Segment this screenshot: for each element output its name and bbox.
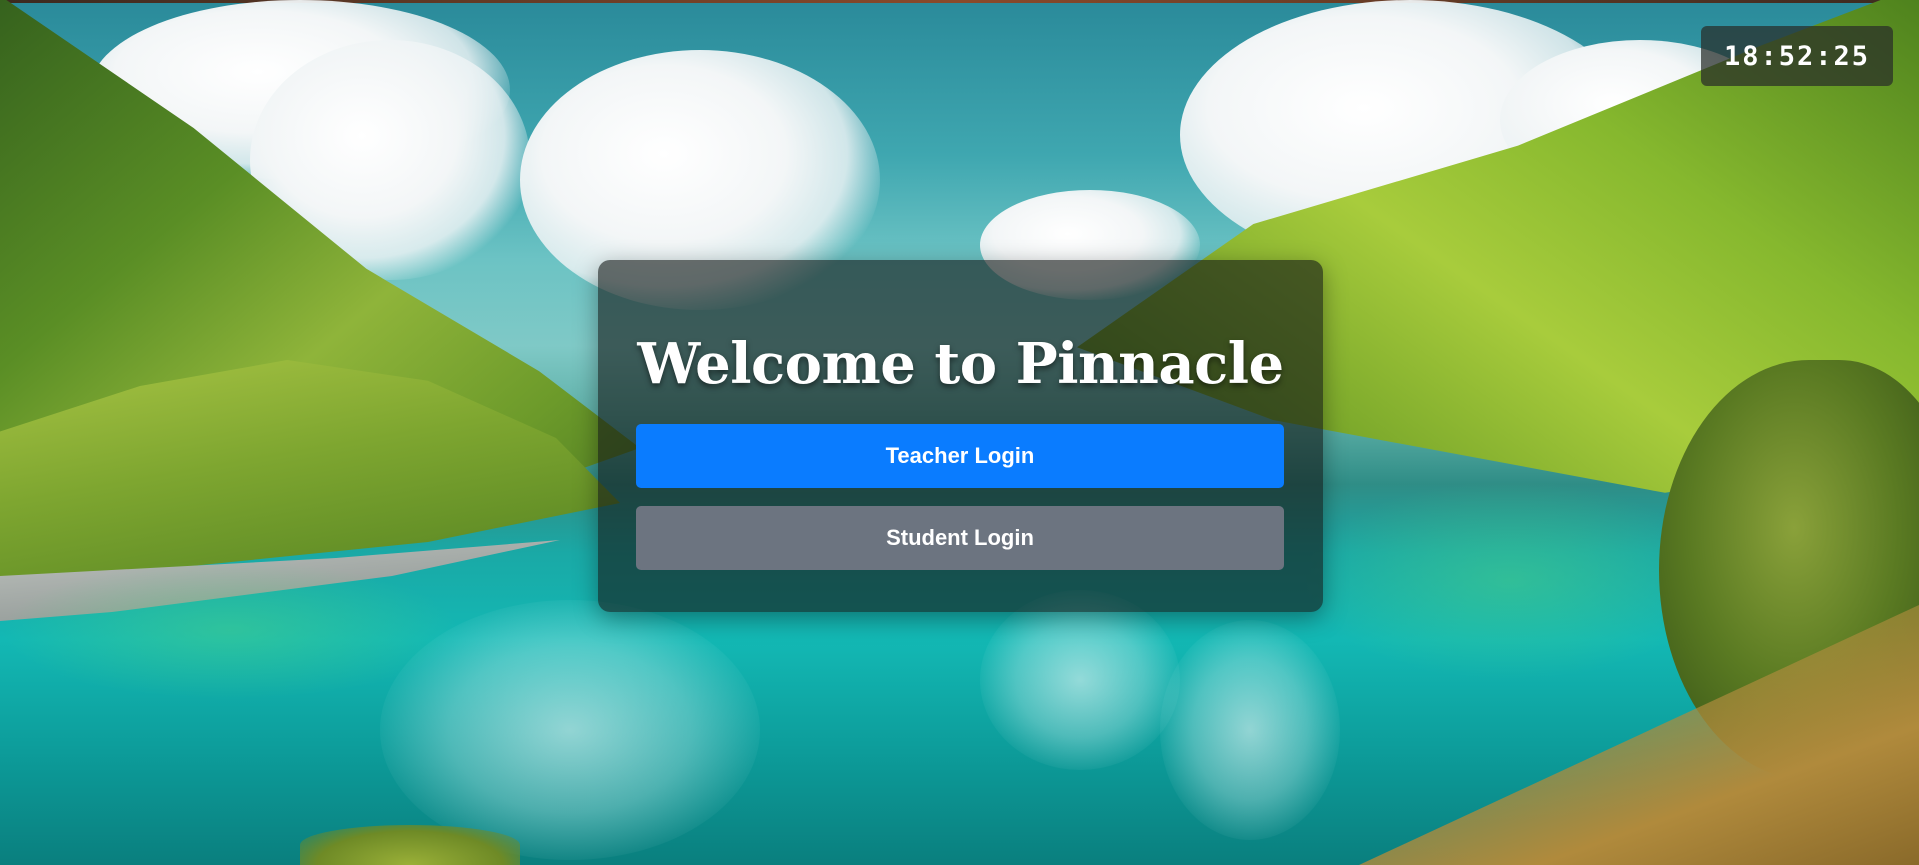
water-reflection-cloud bbox=[1160, 620, 1340, 840]
student-login-button[interactable]: Student Login bbox=[636, 506, 1284, 570]
water-reflection-green bbox=[1300, 480, 1720, 680]
water-reflection-green bbox=[0, 560, 460, 700]
page-title: Welcome to Pinnacle bbox=[637, 331, 1284, 397]
clock-display: 18:52:25 bbox=[1701, 26, 1893, 86]
water-reflection-cloud bbox=[380, 600, 760, 860]
water-reflection-cloud bbox=[980, 590, 1180, 770]
login-panel: Welcome to Pinnacle Teacher Login Studen… bbox=[598, 260, 1323, 612]
grass-bottom bbox=[300, 825, 520, 865]
teacher-login-button[interactable]: Teacher Login bbox=[636, 424, 1284, 488]
